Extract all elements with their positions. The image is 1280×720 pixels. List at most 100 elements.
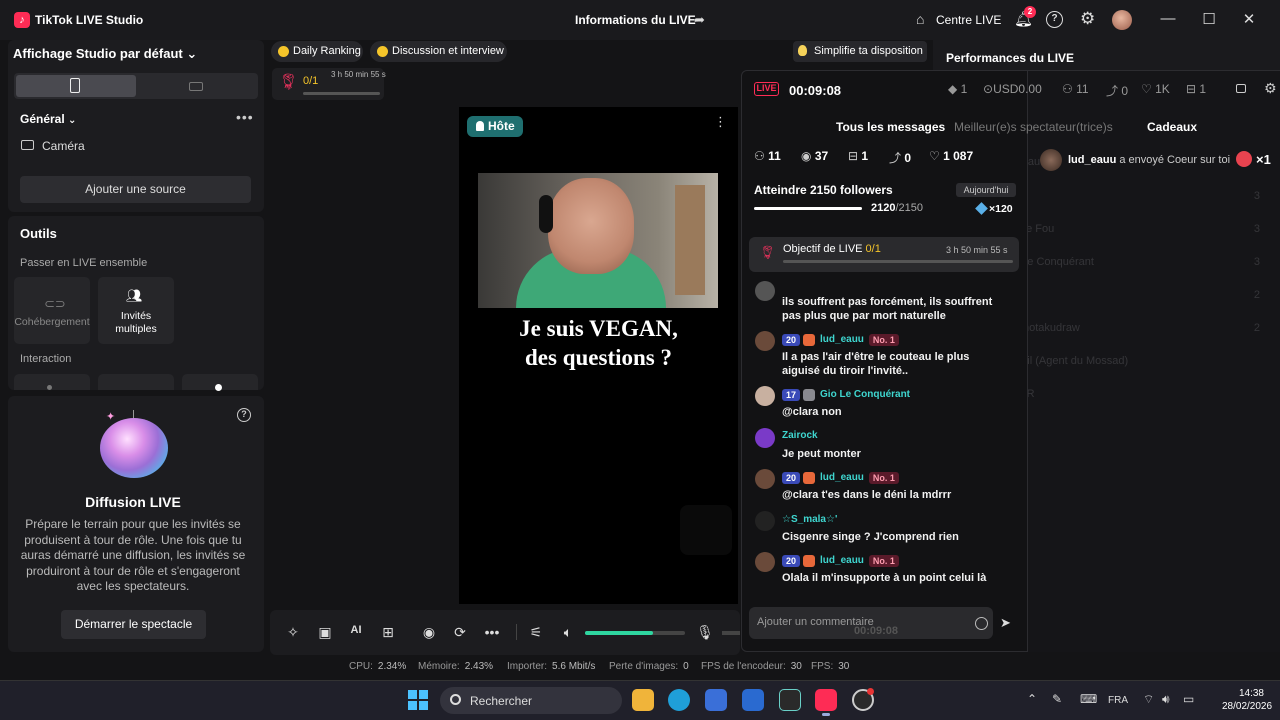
gear-icon[interactable]: ⚙ (1264, 80, 1277, 97)
ai-icon[interactable]: AI (346, 624, 366, 636)
tools-title: Outils (20, 226, 57, 241)
rose-icon: 🌹︎ (759, 245, 776, 260)
username[interactable]: lud_eauu (820, 334, 864, 346)
tab-all-messages[interactable]: Tous les messages (836, 120, 945, 134)
battery-icon[interactable]: ▭ (1183, 692, 1194, 706)
pen-icon[interactable]: ✎ (1052, 692, 1062, 706)
share-icon[interactable]: ➦ (694, 12, 705, 28)
gift-icon: ⊟ (848, 149, 859, 163)
more-vertical-icon[interactable]: ⋮ (714, 114, 727, 130)
chat-gifts-stat: ⊟ 1 (848, 149, 869, 163)
message-text: Cisgenre singe ? J'comprend rien (782, 531, 959, 543)
app-icon[interactable] (779, 689, 801, 711)
landscape-icon[interactable] (189, 82, 203, 91)
disco-ball-icon (100, 418, 168, 478)
chat-shares-stat: ⤴ 0 (889, 151, 912, 165)
magic-wand-icon[interactable]: ✧ (283, 624, 303, 641)
tiktok-taskbar-icon[interactable] (815, 689, 837, 711)
username[interactable]: Gio Le Conquérant (820, 389, 910, 401)
message-text: Je peut monter (782, 448, 861, 460)
avatar[interactable] (755, 428, 775, 448)
simplify-layout-button[interactable]: Simplifie ta disposition (793, 41, 927, 62)
wifi-icon[interactable]: ⌔ (1143, 692, 1154, 707)
avatar[interactable] (755, 552, 775, 572)
edge-browser-icon[interactable] (668, 689, 690, 711)
camera-source[interactable]: Caméra (42, 139, 85, 153)
volume-icon[interactable]: 🔊︎ (1162, 692, 1170, 707)
level-badge: 20 (782, 334, 801, 346)
tab-gifts[interactable]: Cadeaux (1147, 120, 1197, 134)
help-icon[interactable]: ? (1046, 11, 1063, 28)
microphone-icon[interactable]: 🎙︎ (695, 624, 715, 641)
memory-stat: Mémoire: 2.43% (418, 661, 494, 672)
centre-live-button[interactable]: Centre LIVE (936, 13, 1001, 27)
message-header: 20 lud_eauu No. 1 (782, 334, 899, 346)
heart-gift-icon (1236, 151, 1252, 167)
gift-banner: lud_eauu a envoyé Coeur sur toi (1068, 154, 1231, 166)
help-icon[interactable]: ? (237, 408, 251, 422)
mail-icon[interactable] (742, 689, 764, 711)
username[interactable]: lud_eauu (820, 472, 864, 484)
interaction-tool-1[interactable] (14, 374, 90, 390)
divider (516, 624, 517, 640)
close-icon[interactable]: ✕ (1239, 10, 1259, 28)
general-label: Général (20, 112, 65, 126)
keyboard-icon[interactable]: ⌨ (1080, 692, 1097, 706)
chevron-up-icon[interactable]: ⌃ (1027, 692, 1037, 706)
gift-total: ×120 (989, 203, 1013, 215)
today-label: Aujourd'hui (956, 183, 1016, 197)
mic-slider[interactable] (722, 631, 740, 635)
username[interactable]: ☆S_mala☆' (782, 514, 837, 526)
avatar[interactable] (755, 386, 775, 406)
diffusion-title: Diffusion LIVE (85, 494, 181, 510)
message-text: Olala il m'insupporte à un point celui l… (782, 572, 987, 584)
plus-box-icon[interactable]: ⊞ (378, 624, 398, 641)
likes-stat: ♡ 1K (1141, 82, 1170, 96)
display-mode-dropdown[interactable]: Affichage Studio par défaut ⌄ (13, 46, 197, 62)
clock[interactable]: 14:38 28/02/2026 (1222, 687, 1272, 713)
lock-icon[interactable] (1236, 84, 1246, 93)
send-icon[interactable]: ➤ (1000, 615, 1011, 631)
more-options-icon[interactable]: ••• (236, 109, 254, 125)
replay-icon[interactable]: ⟳ (450, 624, 470, 641)
trophy-icon (278, 46, 289, 57)
maximize-icon[interactable]: ☐ (1199, 10, 1219, 28)
emoji-icon[interactable] (975, 617, 988, 630)
video-caption: Je suis VEGAN, des questions ? (519, 316, 678, 370)
fps-stat: FPS: 30 (811, 661, 850, 672)
sparkle-icon: ✦ (106, 411, 116, 423)
tab-top-viewers[interactable]: Meilleur(e)s spectateur(trice)s (954, 120, 1113, 134)
timer-overlay: 00:09:08 (854, 625, 899, 637)
avatar[interactable] (755, 281, 775, 301)
gift-icon: ⊟ (1186, 82, 1197, 96)
message-header: ☆S_mala☆' (782, 514, 837, 526)
discussion-pill[interactable]: Discussion et interview (370, 41, 507, 62)
avatar[interactable] (755, 331, 775, 351)
cpu-stat: CPU: 2.34% (349, 661, 407, 672)
avatar[interactable] (755, 469, 775, 489)
username[interactable]: Zairock (782, 430, 818, 442)
avatar[interactable] (755, 511, 775, 531)
app-title: TikTok LIVE Studio (35, 13, 144, 27)
rose-icon: 🌹︎ (278, 74, 299, 91)
speaker-icon[interactable]: 🔈︎ (558, 624, 578, 641)
interaction-tool-2[interactable] (98, 374, 174, 390)
file-explorer-icon[interactable] (632, 689, 654, 711)
record-icon[interactable]: ◉ (419, 624, 439, 641)
store-icon[interactable] (705, 689, 727, 711)
gifter-avatar (1040, 149, 1062, 171)
media-icon[interactable]: ▣ (315, 624, 335, 641)
add-source-button[interactable]: Ajouter une source (20, 176, 251, 203)
username[interactable]: lud_eauu (820, 555, 864, 567)
general-section-toggle[interactable]: Général ⌄ (20, 112, 76, 126)
minimize-icon[interactable]: — (1158, 10, 1178, 27)
mixer-icon[interactable]: ⚟ (526, 624, 546, 641)
language-indicator[interactable]: FRA (1108, 695, 1128, 706)
more-options-icon[interactable]: ••• (482, 624, 502, 640)
user-avatar[interactable] (1112, 10, 1132, 30)
home-icon[interactable]: ⌂ (916, 11, 924, 27)
live-info-title[interactable]: Informations du LIVE (575, 13, 696, 27)
windows-start-icon[interactable] (408, 690, 428, 710)
gear-icon[interactable]: ⚙ (1080, 9, 1095, 29)
start-show-button[interactable]: Démarrer le spectacle (61, 610, 206, 639)
